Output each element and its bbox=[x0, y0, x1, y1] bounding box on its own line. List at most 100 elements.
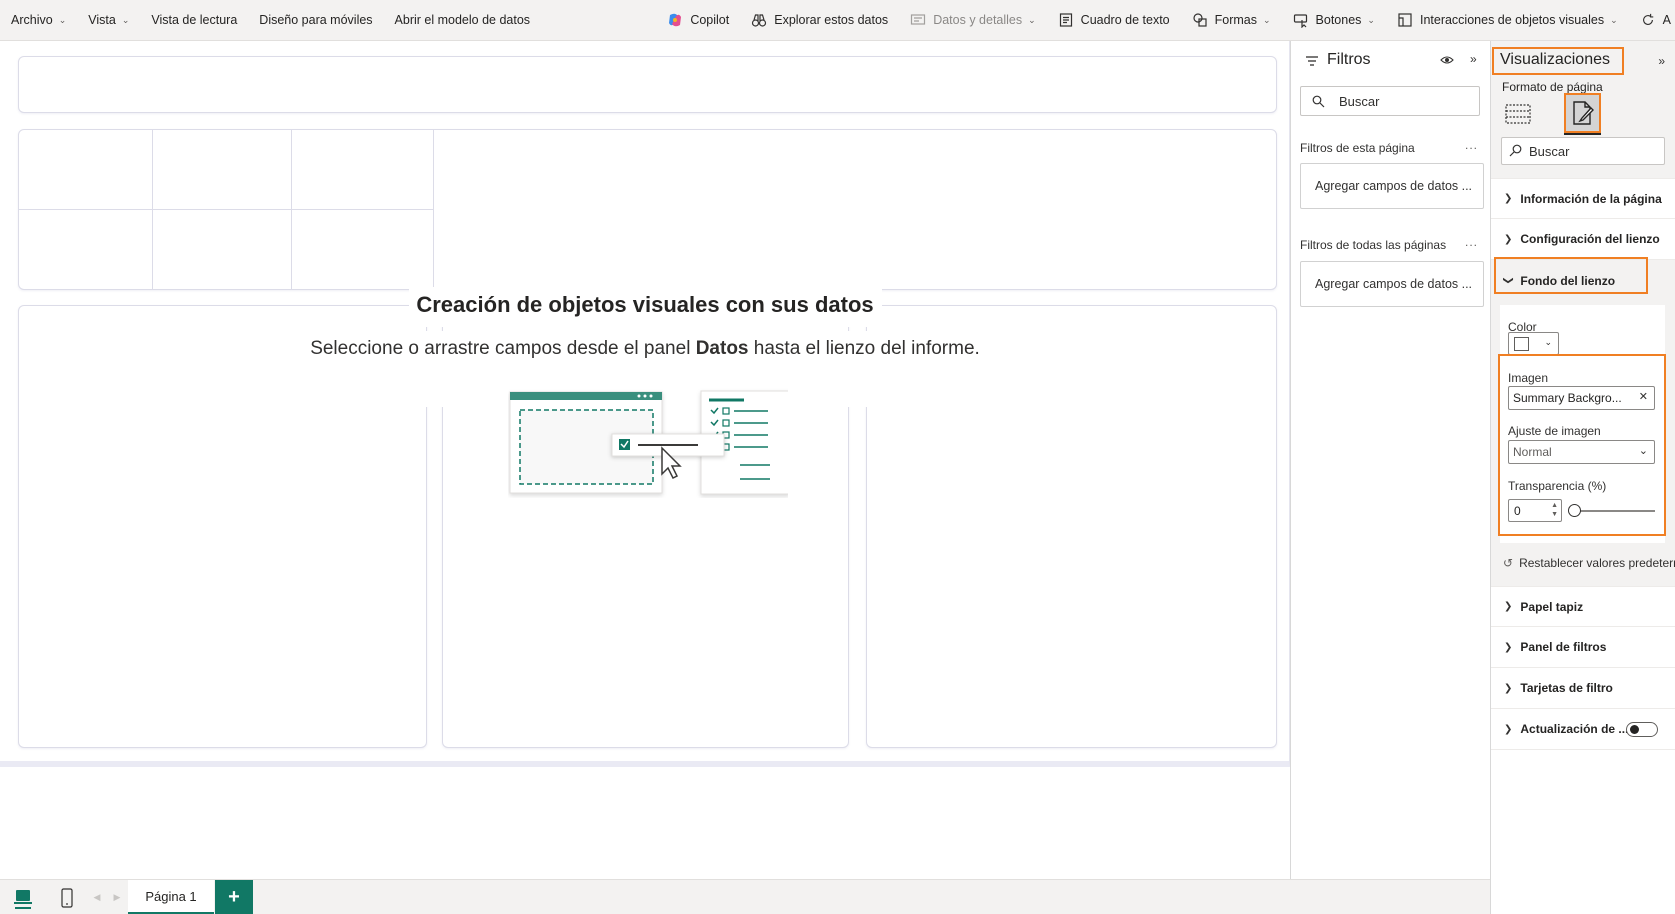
all-pages-filters-label: Filtros de todas las páginas bbox=[1300, 238, 1447, 252]
format-search-input[interactable]: Buscar bbox=[1501, 137, 1665, 165]
open-data-model-button[interactable]: Abrir el modelo de datos bbox=[384, 0, 542, 41]
explore-data-button[interactable]: Explorar estos datos bbox=[740, 0, 899, 41]
collapse-visualizations-icon[interactable]: » bbox=[1658, 54, 1665, 68]
card-filter-cards[interactable]: ❯ Tarjetas de filtro bbox=[1491, 668, 1675, 709]
transparency-value: 0 bbox=[1514, 503, 1521, 518]
shapes-button[interactable]: Formas ⌄ bbox=[1181, 0, 1282, 41]
buttons-button[interactable]: Botones ⌄ bbox=[1282, 0, 1386, 41]
visual-placeholder-right[interactable] bbox=[866, 305, 1277, 748]
image-fit-dropdown[interactable]: Normal ⌄ bbox=[1508, 440, 1655, 464]
empty-state-subtitle-bold: Datos bbox=[695, 338, 749, 359]
chevron-right-icon: ❯ bbox=[1504, 193, 1513, 204]
color-picker[interactable]: ⌄ bbox=[1508, 332, 1559, 355]
visual-interactions-icon bbox=[1397, 12, 1413, 28]
page-refresh-toggle[interactable] bbox=[1626, 722, 1658, 737]
all-pages-filter-well[interactable]: Agregar campos de datos ... bbox=[1300, 261, 1484, 307]
page-navigation-bar: ◀ ▶ Página 1 + bbox=[0, 879, 1490, 914]
caret-right-icon: ▶ bbox=[113, 892, 121, 902]
buttons-label: Botones bbox=[1315, 13, 1362, 27]
grid-divider bbox=[152, 130, 153, 290]
filters-search-input[interactable]: Buscar bbox=[1300, 86, 1480, 116]
data-details-button[interactable]: Datos y detalles ⌄ bbox=[899, 0, 1046, 41]
data-details-icon bbox=[910, 12, 926, 28]
close-icon[interactable]: ✕ bbox=[1639, 390, 1648, 403]
next-page-button[interactable]: ▶ bbox=[110, 880, 124, 914]
visualizations-pane: Visualizaciones » Formato de página Busc… bbox=[1490, 41, 1675, 914]
chevron-right-icon: ❯ bbox=[1504, 723, 1513, 735]
card-canvas-settings[interactable]: ❯ Configuración del lienzo bbox=[1491, 219, 1675, 260]
chevron-down-icon: ⌄ bbox=[1544, 337, 1552, 347]
reading-view-button[interactable]: Vista de lectura bbox=[140, 0, 248, 41]
eye-icon[interactable] bbox=[1440, 54, 1454, 69]
search-icon bbox=[1509, 144, 1522, 157]
report-canvas[interactable]: Creación de objetos visuales con sus dat… bbox=[0, 41, 1290, 879]
image-field[interactable]: Summary Backgro... ✕ bbox=[1508, 386, 1655, 410]
empty-state-subtitle-pre: Seleccione o arrastre campos desde el pa… bbox=[310, 338, 696, 359]
mobile-layout-button[interactable]: Diseño para móviles bbox=[248, 0, 383, 41]
chevron-right-icon: ❯ bbox=[1504, 233, 1513, 245]
more-options-icon[interactable]: ... bbox=[1465, 138, 1478, 152]
more-options-icon[interactable]: ... bbox=[1465, 235, 1478, 249]
mobile-layout-label: Diseño para móviles bbox=[259, 13, 373, 27]
grid-divider bbox=[291, 130, 292, 290]
stepper-arrows-icon[interactable]: ▲ ▼ bbox=[1551, 501, 1558, 519]
copilot-button[interactable]: Copilot bbox=[656, 0, 740, 41]
chevron-down-icon: ⌄ bbox=[58, 14, 67, 25]
ribbon-overflow-label: A bbox=[1662, 13, 1671, 27]
drag-fields-illustration bbox=[509, 390, 788, 495]
add-page-button[interactable]: + bbox=[215, 880, 253, 914]
desktop-icon bbox=[14, 889, 32, 909]
button-cursor-icon bbox=[1293, 12, 1309, 28]
ribbon: Archivo ⌄ Vista ⌄ Vista de lectura Diseño … bbox=[0, 0, 1675, 41]
title-placeholder-box[interactable] bbox=[18, 56, 1277, 113]
explore-data-label: Explorar estos datos bbox=[774, 13, 889, 27]
desktop-view-button[interactable] bbox=[8, 880, 38, 914]
collapse-filters-icon[interactable]: » bbox=[1470, 52, 1477, 66]
chevron-down-icon: ⌄ bbox=[1367, 14, 1375, 25]
menu-archivo[interactable]: Archivo ⌄ bbox=[0, 0, 77, 41]
card-page-information[interactable]: ❯ Información de la página bbox=[1491, 178, 1675, 219]
page-tab-1[interactable]: Página 1 bbox=[128, 880, 214, 914]
card-label: Panel de filtros bbox=[1520, 640, 1607, 654]
empty-state-title: Creación de objetos visuales con sus dat… bbox=[416, 292, 874, 317]
format-search-placeholder: Buscar bbox=[1529, 144, 1570, 159]
copilot-label: Copilot bbox=[690, 13, 730, 27]
card-label: Tarjetas de filtro bbox=[1520, 681, 1613, 695]
image-label: Imagen bbox=[1508, 371, 1549, 385]
caret-left-icon: ◀ bbox=[93, 892, 101, 902]
this-page-filter-well[interactable]: Agregar campos de datos ... bbox=[1300, 163, 1484, 209]
chevron-down-icon: ⌄ bbox=[121, 14, 130, 25]
visual-interactions-button[interactable]: Interacciones de objetos visuales ⌄ bbox=[1386, 0, 1629, 41]
menu-vista[interactable]: Vista ⌄ bbox=[77, 0, 140, 41]
mobile-icon bbox=[61, 887, 73, 908]
card-wallpaper[interactable]: ❯ Papel tapiz bbox=[1491, 586, 1675, 627]
filters-pane: Filtros » Buscar Filtros de esta página … bbox=[1290, 41, 1490, 879]
text-box-button[interactable]: Cuadro de texto bbox=[1047, 0, 1181, 41]
filters-title: Filtros bbox=[1327, 51, 1371, 68]
chevron-down-icon: ⌄ bbox=[1638, 445, 1648, 457]
prev-page-button[interactable]: ◀ bbox=[90, 880, 104, 914]
transparency-stepper[interactable]: 0 ▲ ▼ bbox=[1508, 499, 1562, 522]
report-page[interactable]: Creación de objetos visuales con sus dat… bbox=[0, 41, 1290, 767]
shapes-label: Formas bbox=[1214, 13, 1257, 27]
visual-placeholder-left[interactable] bbox=[18, 305, 427, 748]
chevron-right-icon: ❯ bbox=[1504, 601, 1513, 612]
visualizations-title: Visualizaciones bbox=[1500, 51, 1610, 68]
ribbon-overflow-button[interactable]: A bbox=[1629, 0, 1675, 41]
card-filter-pane[interactable]: ❯ Panel de filtros bbox=[1491, 627, 1675, 668]
transparency-slider-thumb[interactable] bbox=[1568, 504, 1581, 517]
pane-background-fill bbox=[1491, 750, 1675, 914]
image-fit-value: Normal bbox=[1513, 445, 1552, 459]
transparency-slider-track[interactable] bbox=[1573, 510, 1655, 512]
card-page-refresh[interactable]: ❯ Actualización de ... bbox=[1491, 709, 1675, 750]
mobile-view-button[interactable] bbox=[52, 880, 82, 914]
filters-search-placeholder: Buscar bbox=[1339, 94, 1380, 109]
data-details-label: Datos y detalles bbox=[933, 13, 1023, 27]
text-box-label: Cuadro de texto bbox=[1080, 13, 1170, 27]
card-label: Configuración del lienzo bbox=[1520, 232, 1660, 246]
reading-view-label: Vista de lectura bbox=[151, 13, 238, 27]
highlight-frame bbox=[1494, 257, 1648, 294]
reset-defaults-button[interactable]: ↺ Restablecer valores predetermi bbox=[1503, 556, 1675, 570]
visual-interactions-label: Interacciones de objetos visuales bbox=[1419, 13, 1605, 27]
search-icon bbox=[1312, 95, 1325, 108]
